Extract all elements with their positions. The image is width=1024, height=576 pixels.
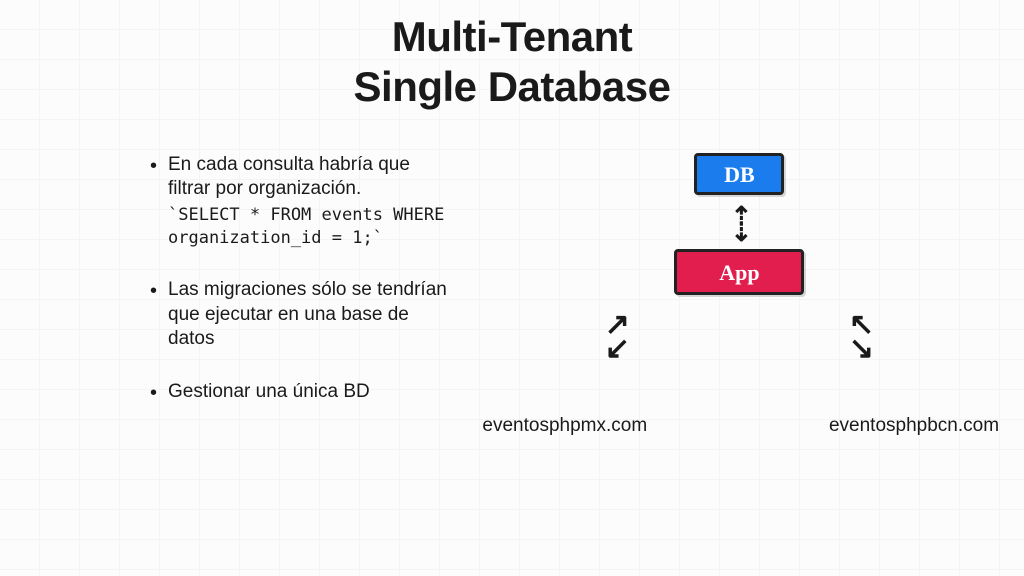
slide-title: Multi-Tenant Single Database [40, 12, 984, 113]
arrow-app-domain-right-icon: ↖↘ [849, 313, 874, 361]
slide: Multi-Tenant Single Database En cada con… [0, 0, 1024, 576]
bullet-3-text: Gestionar una única BD [168, 381, 370, 402]
bullet-2: Las migraciones sólo se tendrían que eje… [150, 278, 455, 352]
bullet-1-code: `SELECT * FROM events WHERE organization… [168, 204, 455, 250]
bullet-3: Gestionar una única BD [150, 380, 455, 405]
arrow-db-app-icon: ⇡⇣ [730, 203, 748, 245]
bullet-column: En cada consulta habría que filtrar por … [40, 153, 465, 473]
bullet-1-text: En cada consulta habría que filtrar por … [168, 154, 410, 200]
title-line-1: Multi-Tenant [392, 13, 633, 60]
slide-body: En cada consulta habría que filtrar por … [40, 153, 984, 473]
arrow-app-domain-left-icon: ↗↙ [605, 313, 630, 361]
db-box: DB [694, 153, 784, 195]
domain-left: eventosphpmx.com [465, 415, 665, 437]
app-box: App [674, 249, 804, 295]
bullet-list: En cada consulta habría que filtrar por … [150, 153, 455, 405]
domain-right: eventosphpbcn.com [814, 415, 1014, 437]
diagram: DB ⇡⇣ App ↗↙ ↖↘ eventosphpmx.com eventos… [495, 153, 984, 473]
bullet-1: En cada consulta habría que filtrar por … [150, 153, 455, 250]
bullet-2-text: Las migraciones sólo se tendrían que eje… [168, 279, 447, 349]
title-line-2: Single Database [354, 63, 671, 110]
